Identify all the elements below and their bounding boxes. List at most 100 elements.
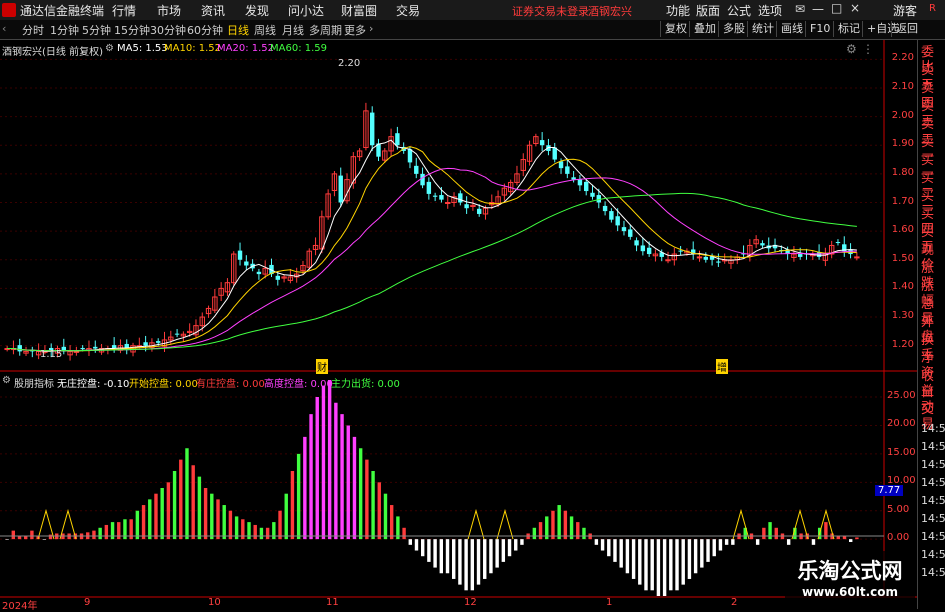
period-toolbar: ‹ 分时 1分钟 5分钟 15分钟 30分钟 60分钟 日线 周线 月线 多周期… xyxy=(0,20,945,40)
event-marker-finance[interactable]: 财 xyxy=(316,359,328,374)
candle-body xyxy=(640,245,646,252)
candle-body xyxy=(590,192,595,197)
indicator-has: 有庄控盘: 0.00 xyxy=(196,379,265,390)
indicator-tick-label: 25.00 xyxy=(887,390,916,402)
period-intraday[interactable]: 分时 xyxy=(22,22,44,38)
close-icon[interactable]: × xyxy=(850,1,860,15)
candle-body xyxy=(646,247,652,255)
y-tick-label: 1.30 xyxy=(891,310,914,322)
candle-body xyxy=(174,333,180,335)
high-price-label: 2.20 xyxy=(338,58,361,69)
y-tick-label: 1.80 xyxy=(891,166,914,178)
period-60min[interactable]: 60分钟 xyxy=(187,22,223,38)
guest-user[interactable]: 游客 xyxy=(893,2,917,19)
indicator-value-tag: 7.77 xyxy=(875,485,904,496)
signal-triangle xyxy=(496,508,514,540)
y-tick-label: 2.10 xyxy=(891,80,914,92)
current-stock: 酒钢宏兴 xyxy=(588,5,632,18)
quote-sidebar: 委比 卖五 卖四 卖三 卖二 卖一 买一 买二 买三 买四 买五 现价 涨跌 涨幅 总量 外盘 换手 净资 收益 自动… xyxy=(917,40,945,609)
app-logo-icon xyxy=(2,3,16,17)
period-daily[interactable]: 日线 xyxy=(227,22,249,38)
candle-body xyxy=(716,261,721,263)
login-status[interactable]: 证券交易未登录 xyxy=(512,3,589,19)
collapse-icon[interactable]: ‹ xyxy=(2,22,6,35)
watermark-title: 乐淘公式网 xyxy=(797,559,903,583)
menu-discover[interactable]: 发现 xyxy=(245,2,269,19)
tool-formula[interactable]: 公式 xyxy=(727,2,751,19)
candlestick-series xyxy=(4,102,860,361)
period-multi[interactable]: 多周期 xyxy=(309,22,342,38)
period-15min[interactable]: 15分钟 xyxy=(114,22,150,38)
x-label-dec: 12 xyxy=(464,597,477,608)
menu-trade[interactable]: 交易 xyxy=(396,2,420,19)
candle-body xyxy=(609,211,614,220)
menu-news[interactable]: 资讯 xyxy=(201,2,225,19)
candle-body xyxy=(407,149,413,163)
low-price-label: 1.15 xyxy=(40,349,63,360)
indicator-tick-label: 5.00 xyxy=(887,503,910,515)
candle-body xyxy=(143,342,148,346)
candle-body xyxy=(338,175,343,203)
title-bar: 通达信金融终端 行情 市场 资讯 发现 问小达 财富圈 交易 证券交易未登录 酒… xyxy=(0,0,945,21)
candle-body xyxy=(665,259,671,262)
more-chevron-icon[interactable]: › xyxy=(369,22,373,35)
x-label-sep: 9 xyxy=(84,597,91,608)
period-30min[interactable]: 30分钟 xyxy=(150,22,186,38)
y-tick-label: 1.60 xyxy=(891,224,914,236)
indicator-name: 股朋指标 xyxy=(14,379,54,390)
statistics-button[interactable]: 统计 xyxy=(747,21,778,37)
sidebar-time: 14:56 xyxy=(921,530,945,543)
candle-body xyxy=(760,243,765,246)
x-label-oct: 10 xyxy=(208,597,221,608)
candle-body xyxy=(458,193,463,203)
multi-stock-button[interactable]: 多股 xyxy=(718,21,749,37)
indicator-bars xyxy=(5,380,859,596)
candle-body xyxy=(80,347,85,349)
y-tick-label: 1.40 xyxy=(891,281,914,293)
candle-body xyxy=(244,261,249,266)
period-1min[interactable]: 1分钟 xyxy=(50,22,79,38)
sidebar-time: 14:56 xyxy=(921,548,945,561)
watermark: 乐淘公式网 www.60lt.com xyxy=(785,551,915,606)
rights-button[interactable]: 复权 xyxy=(660,21,691,37)
tool-layout[interactable]: 版面 xyxy=(696,2,720,19)
sidebar-badge: R xyxy=(929,3,936,14)
period-5min[interactable]: 5分钟 xyxy=(82,22,111,38)
indicator-start: 开始控盘: 0.00 xyxy=(129,379,198,390)
period-more[interactable]: 更多 xyxy=(344,22,366,38)
menu-quotes[interactable]: 行情 xyxy=(112,2,136,19)
indicator-high: 高度控盘: 0.00 xyxy=(264,379,333,390)
back-button[interactable]: 返回 xyxy=(891,21,922,37)
minimize-icon[interactable]: — xyxy=(812,2,824,16)
menu-ask[interactable]: 问小达 xyxy=(288,2,324,19)
y-tick-label: 2.20 xyxy=(891,52,914,64)
chart-canvas[interactable] xyxy=(0,40,917,609)
maximize-icon[interactable]: □ xyxy=(831,1,842,15)
ma60-line xyxy=(7,192,857,352)
sidebar-time: 14:56 xyxy=(921,494,945,507)
event-marker-increase[interactable]: 增 xyxy=(716,359,728,374)
tool-function[interactable]: 功能 xyxy=(666,2,690,19)
period-monthly[interactable]: 月线 xyxy=(282,22,304,38)
candle-body xyxy=(539,140,545,146)
overlay-button[interactable]: 叠加 xyxy=(689,21,720,37)
period-weekly[interactable]: 周线 xyxy=(254,22,276,38)
indicator-settings-icon[interactable]: ⚙ xyxy=(2,375,11,386)
message-icon[interactable]: ✉ xyxy=(795,2,805,16)
draw-line-button[interactable]: 画线 xyxy=(776,21,807,37)
menu-wealth[interactable]: 财富圈 xyxy=(341,2,377,19)
candle-body xyxy=(835,242,841,244)
menu-market[interactable]: 市场 xyxy=(157,2,181,19)
candle-body xyxy=(420,173,425,186)
mark-button[interactable]: 标记 xyxy=(833,21,864,37)
candle-body xyxy=(552,147,557,160)
candle-body xyxy=(93,346,98,349)
candle-body xyxy=(634,240,639,246)
candle-body xyxy=(414,165,419,174)
sidebar-time: 14:56 xyxy=(921,566,945,579)
tool-options[interactable]: 选项 xyxy=(758,2,782,19)
candle-body xyxy=(445,202,451,204)
app-title: 通达信金融终端 xyxy=(20,4,105,18)
sidebar-time: 14:56 xyxy=(921,440,945,453)
f10-button[interactable]: F10 xyxy=(805,21,834,37)
